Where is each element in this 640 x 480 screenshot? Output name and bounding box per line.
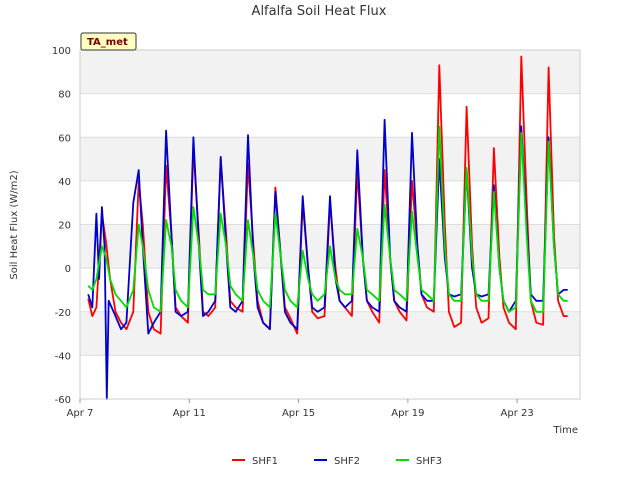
badge-label: TA_met xyxy=(87,37,128,48)
soil-heat-flux-chart: Alfalfa Soil Heat Flux -60 -40 -20 0 20 40 60 8… xyxy=(9,4,581,467)
legend-label-shf2: SHF2 xyxy=(334,456,360,467)
y-tick-label: -40 xyxy=(55,351,71,362)
legend-label-shf3: SHF3 xyxy=(416,456,442,467)
ta-met-badge: TA_met xyxy=(80,32,137,51)
x-tick-label: Apr 7 xyxy=(67,408,94,419)
y-tick-label: 0 xyxy=(65,264,71,275)
chart-title: Alfalfa Soil Heat Flux xyxy=(252,4,387,19)
x-tick-label: Apr 23 xyxy=(501,408,534,419)
grid-band xyxy=(80,311,580,356)
y-axis-label: Soil Heat Flux (W/m2) xyxy=(9,170,20,279)
y-tick-label: 60 xyxy=(58,133,71,144)
y-tick-label: 20 xyxy=(58,221,71,232)
y-tick-label: 100 xyxy=(52,46,71,57)
x-tick-label: Apr 15 xyxy=(282,408,315,419)
y-tick-label: -60 xyxy=(55,395,71,406)
x-axis-ticks: Apr 7 Apr 11 Apr 15 Apr 19 Apr 23 xyxy=(67,399,534,419)
grid-band xyxy=(80,50,580,94)
y-axis-ticks: -60 -40 -20 0 20 40 60 80 100 xyxy=(52,46,71,406)
legend-label-shf1: SHF1 xyxy=(252,456,278,467)
x-axis-label: Time xyxy=(553,425,578,436)
x-tick-label: Apr 19 xyxy=(391,408,424,419)
y-tick-label: 80 xyxy=(58,90,71,101)
grid-band xyxy=(80,137,580,181)
legend: SHF1 SHF2 SHF3 xyxy=(232,456,442,467)
y-tick-label: -20 xyxy=(55,308,71,319)
x-tick-label: Apr 11 xyxy=(173,408,206,419)
y-tick-label: 40 xyxy=(58,177,71,188)
